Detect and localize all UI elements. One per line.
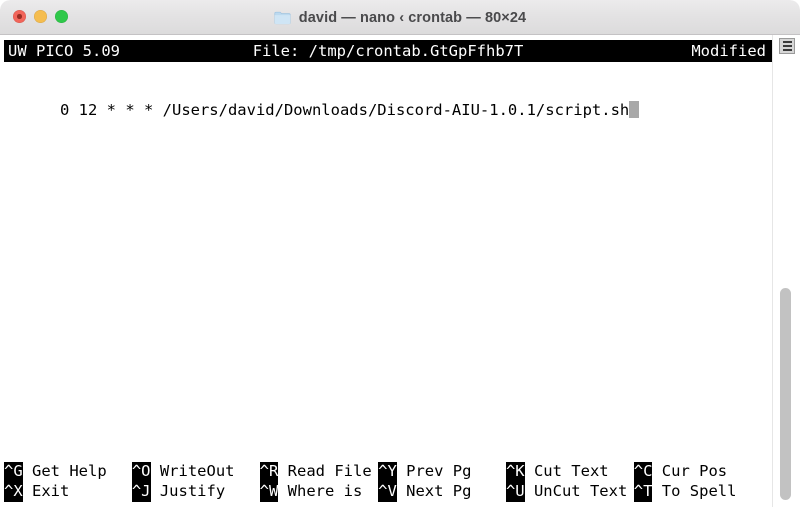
shortcut-label: Get Help <box>22 462 107 480</box>
shortcut-label: Exit <box>22 482 70 500</box>
scrollbar-track[interactable] <box>773 57 800 507</box>
shortcut-ctrl-o[interactable]: ^O WriteOut <box>131 461 235 482</box>
terminal-screen[interactable]: UW PICO 5.09 File: /tmp/crontab.GtGpFfhb… <box>0 35 772 507</box>
shortcut-ctrl-k[interactable]: ^K Cut Text <box>505 461 609 482</box>
scrollbar-thumb[interactable] <box>780 288 791 500</box>
shortcut-key: ^T <box>633 482 653 502</box>
shortcut-key: ^G <box>4 462 23 482</box>
shortcut-key: ^C <box>633 462 653 482</box>
scroll-lines-icon[interactable] <box>779 38 795 54</box>
scrollbar-gutter[interactable] <box>772 35 800 507</box>
terminal-window: david — nano ‹ crontab — 80×24 UW PICO 5… <box>0 0 800 507</box>
shortcut-key: ^J <box>131 482 151 502</box>
text-cursor <box>629 101 639 118</box>
editor-buffer[interactable]: 0 12 * * * /Users/david/Downloads/Discor… <box>4 80 772 140</box>
nano-shortcut-bar: ^G Get Help ^O WriteOut ^R Read File ^Y Pre… <box>4 461 772 503</box>
shortcut-label: Where is <box>278 482 363 500</box>
window-controls <box>13 10 68 23</box>
shortcut-ctrl-j[interactable]: ^J Justify <box>131 481 226 502</box>
nano-filename-label: File: /tmp/crontab.GtGpFfhb7T <box>252 42 524 60</box>
window-titlebar[interactable]: david — nano ‹ crontab — 80×24 <box>0 0 800 35</box>
nano-modified-badge: Modified <box>691 42 766 60</box>
shortcut-key: ^R <box>259 462 279 482</box>
shortcut-ctrl-t[interactable]: ^T To Spell <box>633 481 737 502</box>
shortcut-ctrl-g[interactable]: ^G Get Help <box>4 461 107 482</box>
folder-icon <box>274 11 291 24</box>
window-title: david — nano ‹ crontab — 80×24 <box>298 9 527 26</box>
shortcut-label: Cur Pos <box>652 462 728 480</box>
minimize-button[interactable] <box>34 10 47 23</box>
shortcut-ctrl-r[interactable]: ^R Read File <box>259 461 372 482</box>
shortcut-label: Prev Pg <box>396 462 472 480</box>
nano-header-bar: UW PICO 5.09 File: /tmp/crontab.GtGpFfhb… <box>4 40 772 62</box>
close-button[interactable] <box>13 10 26 23</box>
shortcut-ctrl-x[interactable]: ^X Exit <box>4 481 69 502</box>
shortcut-row-2: ^X Exit ^J Justify ^W Where is ^V Next Pg ^U… <box>4 481 772 502</box>
shortcut-label: Next Pg <box>396 482 472 500</box>
shortcut-label: WriteOut <box>150 462 235 480</box>
shortcut-key: ^X <box>4 482 23 502</box>
shortcut-label: UnCut Text <box>524 482 628 500</box>
shortcut-key: ^K <box>505 462 525 482</box>
shortcut-ctrl-y[interactable]: ^Y Prev Pg <box>378 461 471 482</box>
maximize-button[interactable] <box>55 10 68 23</box>
shortcut-key: ^W <box>259 482 279 502</box>
shortcut-ctrl-c[interactable]: ^C Cur Pos <box>633 461 728 482</box>
shortcut-ctrl-u[interactable]: ^U UnCut Text <box>505 481 628 502</box>
shortcut-label: To Spell <box>652 482 737 500</box>
shortcut-key: ^U <box>505 482 525 502</box>
shortcut-key: ^O <box>131 462 151 482</box>
shortcut-key: ^Y <box>378 462 397 482</box>
shortcut-key: ^V <box>378 482 397 502</box>
shortcut-row-1: ^G Get Help ^O WriteOut ^R Read File ^Y Pre… <box>4 461 772 482</box>
window-title-group: david — nano ‹ crontab — 80×24 <box>0 0 800 35</box>
shortcut-label: Read File <box>278 462 372 480</box>
shortcut-label: Cut Text <box>524 462 609 480</box>
shortcut-ctrl-w[interactable]: ^W Where is <box>259 481 363 502</box>
editor-line-1: 0 12 * * * /Users/david/Downloads/Discor… <box>60 101 630 119</box>
shortcut-ctrl-v[interactable]: ^V Next Pg <box>378 481 471 502</box>
shortcut-label: Justify <box>150 482 226 500</box>
